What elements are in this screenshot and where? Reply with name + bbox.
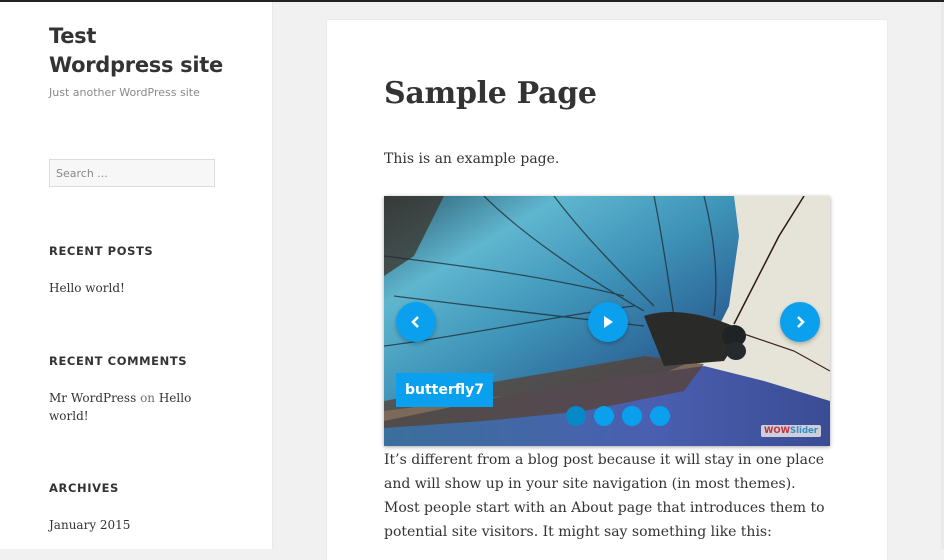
- chevron-left-icon: [411, 316, 419, 328]
- play-icon: [604, 316, 613, 328]
- content-card: Sample Page This is an example page. but…: [327, 20, 887, 560]
- recent-comments-heading: RECENT COMMENTS: [49, 354, 188, 368]
- search-input[interactable]: [49, 159, 215, 187]
- slider-dot-4[interactable]: [650, 406, 670, 426]
- slider-dot-1[interactable]: [566, 406, 586, 426]
- comment-author-link[interactable]: Mr WordPress: [49, 391, 136, 405]
- slider-dot-2[interactable]: [594, 406, 614, 426]
- intro-paragraph: This is an example page.: [384, 151, 560, 167]
- recent-posts-heading: RECENT POSTS: [49, 244, 154, 258]
- site-title-line2[interactable]: Wordpress site: [49, 51, 249, 80]
- logo-part-wow: WOW: [764, 426, 790, 436]
- recent-post-link[interactable]: Hello world!: [49, 279, 209, 297]
- slider-prev-button[interactable]: [396, 302, 436, 342]
- image-slider[interactable]: butterfly7 WOWSlider: [384, 196, 830, 446]
- archives-heading: ARCHIVES: [49, 481, 119, 495]
- slider-dot-3[interactable]: [622, 406, 642, 426]
- slider-play-button[interactable]: [588, 302, 628, 342]
- page-title: Sample Page: [384, 76, 597, 111]
- comment-connector: on: [140, 391, 156, 405]
- site-title-line1[interactable]: Test: [49, 22, 249, 51]
- recent-comment-item: Mr WordPress on Hello world!: [49, 389, 209, 425]
- logo-part-slider: Slider: [790, 426, 818, 436]
- slide-caption: butterfly7: [396, 373, 494, 407]
- chevron-right-icon: [797, 316, 805, 328]
- body-paragraph: It’s different from a blog post because …: [384, 452, 825, 540]
- wowslider-logo[interactable]: WOWSlider: [761, 425, 821, 437]
- slider-next-button[interactable]: [780, 302, 820, 342]
- archive-link[interactable]: January 2015: [49, 516, 209, 534]
- site-tagline: Just another WordPress site: [49, 86, 200, 99]
- sidebar: Test Wordpress site Just another WordPre…: [0, 2, 273, 549]
- site-title[interactable]: Test Wordpress site: [49, 22, 249, 80]
